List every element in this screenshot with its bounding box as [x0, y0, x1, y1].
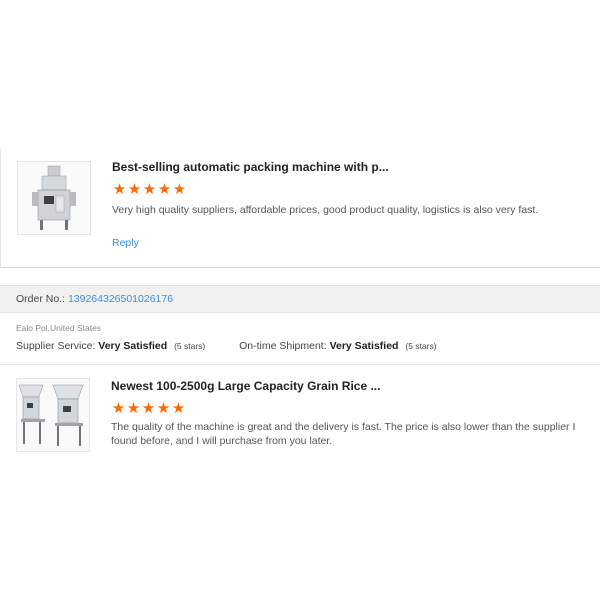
buyer-location: Ealo Pol,United States [16, 323, 102, 333]
rating-summary: Supplier Service: Very Satisfied (5 star… [16, 340, 437, 352]
star-icon: ★ [172, 181, 187, 198]
review-item: Best-selling automatic packing machine w… [0, 148, 600, 268]
rating-stars: ★ ★ ★ ★ ★ [111, 401, 186, 416]
review-item: Newest 100-2500g Large Capacity Grain Ri… [0, 365, 600, 452]
star-icon: ★ [156, 400, 171, 417]
product-thumbnail[interactable] [17, 161, 91, 235]
supplier-service-label: Supplier Service: [16, 340, 96, 352]
supplier-service-count: (5 stars) [174, 341, 206, 351]
star-icon: ★ [142, 181, 157, 198]
product-title-link[interactable]: Best-selling automatic packing machine w… [112, 160, 389, 174]
order-number-link[interactable]: 139264326501026176 [68, 293, 173, 305]
order-label: Order No.: [16, 293, 66, 305]
order-bar: Order No.: 139264326501026176 [0, 285, 600, 313]
product-title-link[interactable]: Newest 100-2500g Large Capacity Grain Ri… [111, 379, 380, 393]
star-icon: ★ [141, 400, 156, 417]
grain-filling-machine-image [17, 379, 89, 451]
star-icon: ★ [111, 400, 126, 417]
reply-link[interactable]: Reply [112, 237, 139, 249]
review-comment: Very high quality suppliers, affordable … [112, 204, 539, 216]
rating-stars: ★ ★ ★ ★ ★ [112, 182, 187, 197]
star-icon: ★ [157, 181, 172, 198]
star-icon: ★ [126, 400, 141, 417]
shipment-value: Very Satisfied [329, 340, 399, 352]
shipment-count: (5 stars) [405, 341, 437, 351]
packing-machine-image [18, 162, 90, 234]
star-icon: ★ [112, 181, 127, 198]
star-icon: ★ [171, 400, 186, 417]
star-icon: ★ [127, 181, 142, 198]
review-comment: The quality of the machine is great and … [111, 421, 576, 447]
product-thumbnail[interactable] [16, 378, 90, 452]
supplier-service-value: Very Satisfied [98, 340, 168, 352]
shipment-label: On-time Shipment: [239, 340, 327, 352]
